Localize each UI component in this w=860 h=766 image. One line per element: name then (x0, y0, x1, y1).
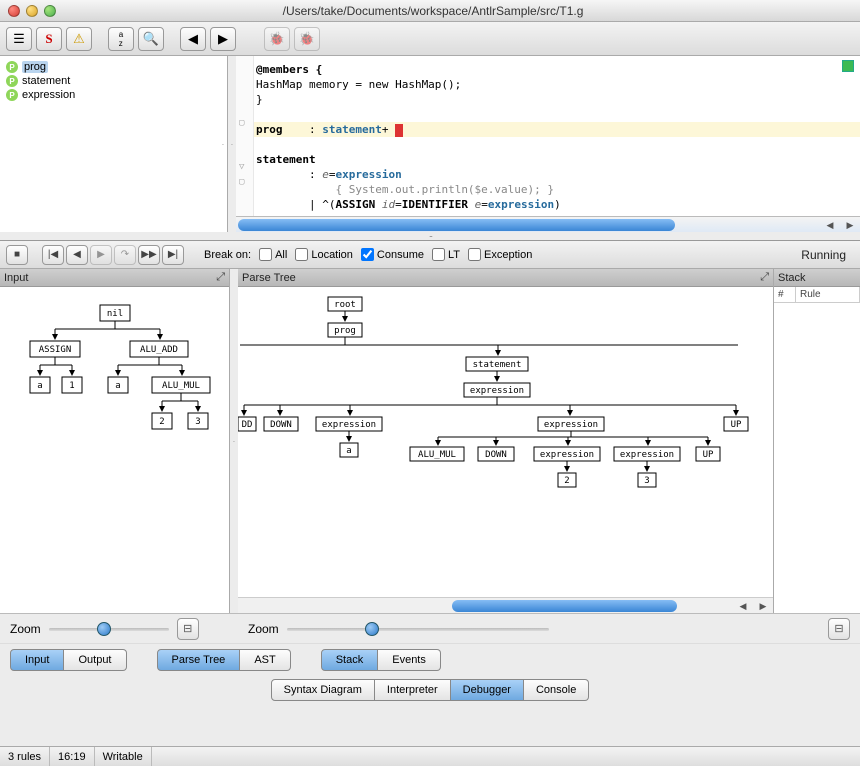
minimize-window-button[interactable] (26, 5, 38, 17)
tab-interpreter[interactable]: Interpreter (375, 679, 451, 701)
input-tab-button[interactable]: Input (10, 649, 64, 671)
main-toolbar: ☰ S ⚠ az 🔍 ◀ ▶ 🐞 🐞 (0, 22, 860, 56)
warnings-button[interactable]: ⚠ (66, 27, 92, 51)
svg-text:DOWN: DOWN (270, 420, 292, 430)
expand-icon[interactable]: ⤢ (216, 271, 225, 284)
svg-text:expression: expression (620, 450, 674, 460)
fast-forward-button[interactable]: ▶▶ (138, 245, 160, 265)
ast-tab-button[interactable]: AST (240, 649, 290, 671)
nav-back-button[interactable]: ◀ (180, 27, 206, 51)
parse-tree-tab-button[interactable]: Parse Tree (157, 649, 241, 671)
debug-status: Running (801, 248, 854, 262)
tab-debugger[interactable]: Debugger (451, 679, 524, 701)
svg-text:UP: UP (703, 450, 714, 460)
status-bar: 3 rules 16:19 Writable (0, 746, 860, 766)
step-back-button[interactable]: ◀ (66, 245, 88, 265)
go-to-end-button[interactable]: ▶| (162, 245, 184, 265)
input-tree-view[interactable]: nil ASSIGN a 1 ALU_ADD a (0, 287, 229, 613)
grammar-editor[interactable]: ▢ ▽ ▢ @members { HashMap memory = new Ha… (236, 56, 860, 216)
syntax-button[interactable]: S (36, 27, 62, 51)
svg-text:nil: nil (107, 309, 123, 319)
rule-item-expression[interactable]: P expression (2, 88, 225, 102)
window-title: /Users/take/Documents/workspace/AntlrSam… (56, 4, 860, 18)
rule-list[interactable]: P prog P statement P expression (0, 56, 228, 232)
stop-button[interactable]: ■ (6, 245, 28, 265)
svg-text:a: a (37, 381, 42, 391)
ruler-button[interactable]: az (108, 27, 134, 51)
break-consume-checkbox[interactable]: Consume (361, 248, 424, 261)
svg-text:statement: statement (473, 360, 522, 370)
svg-text:3: 3 (195, 417, 200, 427)
parse-tree-view[interactable]: root prog statement expression DD DOWN e… (238, 287, 773, 613)
find-button[interactable]: 🔍 (138, 27, 164, 51)
zoom-window-button[interactable] (44, 5, 56, 17)
svg-text:DOWN: DOWN (485, 450, 507, 460)
svg-text:DD: DD (242, 420, 253, 430)
break-location-checkbox[interactable]: Location (295, 248, 353, 261)
toggle-tree-icon[interactable]: ☰ (6, 27, 32, 51)
parser-rule-icon: P (6, 61, 18, 73)
svg-text:a: a (115, 381, 120, 391)
vertical-splitter[interactable]: ··· (230, 269, 238, 613)
input-zoom-slider[interactable] (49, 622, 169, 636)
svg-text:expression: expression (544, 420, 598, 430)
break-on-label: Break on: (204, 249, 251, 261)
bug-forward-button[interactable]: 🐞 (294, 27, 320, 51)
parse-zoom-slider[interactable] (287, 622, 550, 636)
svg-text:3: 3 (644, 476, 649, 486)
svg-text:ASSIGN: ASSIGN (39, 345, 72, 355)
rule-item-prog[interactable]: P prog (2, 60, 225, 74)
svg-text:prog: prog (334, 326, 356, 336)
editor-horizontal-scrollbar[interactable]: ◀▶ (236, 216, 860, 232)
svg-text:2: 2 (159, 417, 164, 427)
status-cursor-pos: 16:19 (50, 747, 95, 766)
input-panel-header: Input ⤢ (0, 269, 229, 287)
bug-button[interactable]: 🐞 (264, 27, 290, 51)
tab-syntax-diagram[interactable]: Syntax Diagram (271, 679, 375, 701)
rule-item-statement[interactable]: P statement (2, 74, 225, 88)
stack-panel-header: Stack (774, 269, 860, 287)
output-tab-button[interactable]: Output (64, 649, 126, 671)
vertical-splitter[interactable]: ··· (228, 56, 236, 232)
stack-tab-button[interactable]: Stack (321, 649, 379, 671)
svg-text:expression: expression (540, 450, 594, 460)
zoom-label: Zoom (248, 622, 279, 636)
svg-text:expression: expression (322, 420, 376, 430)
zoom-label: Zoom (10, 622, 41, 636)
debug-toolbar: ■ |◀ ◀ ▶ ↷ ▶▶ ▶| Break on: All Location … (0, 241, 860, 269)
step-over-button[interactable]: ↷ (114, 245, 136, 265)
play-button[interactable]: ▶ (90, 245, 112, 265)
svg-text:expression: expression (470, 386, 524, 396)
text-cursor (395, 124, 403, 137)
events-tab-button[interactable]: Events (378, 649, 441, 671)
break-lt-checkbox[interactable]: LT (432, 248, 460, 261)
svg-text:root: root (334, 300, 356, 310)
tree-layout-icon[interactable]: ⊟ (177, 618, 199, 640)
expand-icon[interactable]: ⤢ (760, 271, 769, 284)
svg-text:UP: UP (731, 420, 742, 430)
parser-rule-icon: P (6, 75, 18, 87)
status-mode: Writable (95, 747, 152, 766)
svg-text:1: 1 (69, 381, 74, 391)
nav-forward-button[interactable]: ▶ (210, 27, 236, 51)
status-rule-count: 3 rules (0, 747, 50, 766)
svg-text:ALU_ADD: ALU_ADD (140, 345, 178, 355)
svg-text:ALU_MUL: ALU_MUL (418, 450, 456, 460)
parse-tree-horizontal-scrollbar[interactable]: ◀▶ (238, 597, 773, 613)
break-all-checkbox[interactable]: All (259, 248, 287, 261)
break-exception-checkbox[interactable]: Exception (468, 248, 532, 261)
svg-text:2: 2 (564, 476, 569, 486)
bottom-tabs: Syntax Diagram Interpreter Debugger Cons… (0, 675, 860, 705)
horizontal-splitter[interactable]: · · · (0, 232, 860, 240)
tab-console[interactable]: Console (524, 679, 589, 701)
svg-text:a: a (346, 446, 351, 456)
parse-tree-panel-header: Parse Tree ⤢ (238, 269, 773, 287)
rewind-button[interactable]: |◀ (42, 245, 64, 265)
tree-layout-icon[interactable]: ⊟ (828, 618, 850, 640)
close-window-button[interactable] (8, 5, 20, 17)
stack-table[interactable]: # Rule (774, 287, 860, 613)
parser-rule-icon: P (6, 89, 18, 101)
titlebar: /Users/take/Documents/workspace/AntlrSam… (0, 0, 860, 22)
svg-text:ALU_MUL: ALU_MUL (162, 381, 200, 391)
